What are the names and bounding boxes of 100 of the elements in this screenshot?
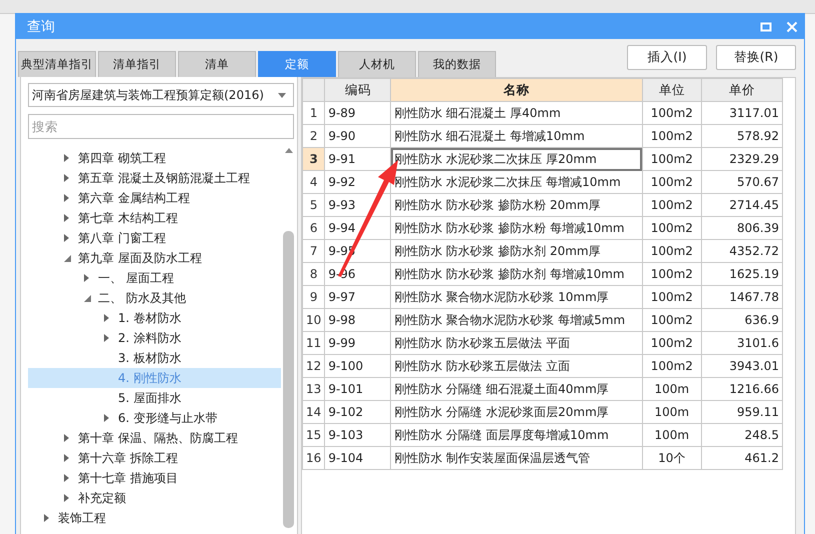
tree-item[interactable]: 第九章 屋面及防水工程 — [28, 248, 281, 268]
column-header[interactable]: 单价 — [701, 78, 782, 102]
unit-cell: 10个 — [642, 446, 702, 470]
library-dropdown[interactable]: 河南省房屋建筑与装饰工程预算定额(2016) — [28, 83, 294, 107]
collapsed-triangle-icon[interactable] — [64, 474, 70, 482]
price-cell: 248.5 — [701, 424, 782, 446]
collapsed-triangle-icon[interactable] — [104, 414, 110, 422]
search-field[interactable]: 搜索 — [28, 114, 294, 139]
dropdown-caret-icon — [278, 92, 286, 98]
unit-cell: 100m — [642, 424, 702, 446]
code-cell: 9-101 — [324, 378, 391, 400]
collapsed-triangle-icon[interactable] — [44, 514, 50, 522]
unit-cell: 100m2 — [642, 194, 702, 216]
tree-item[interactable]: 5. 屋面排水 — [28, 388, 281, 408]
tree-item[interactable]: 2. 涂料防水 — [28, 328, 281, 348]
collapsed-triangle-icon[interactable] — [64, 174, 70, 182]
name-cell: 刚性防水 聚合物水泥防水砂浆 每增减5mm — [390, 308, 642, 332]
row-number[interactable]: 1 — [302, 102, 325, 124]
row-number[interactable]: 10 — [302, 308, 325, 332]
row-number[interactable]: 5 — [302, 194, 325, 216]
row-number[interactable]: 15 — [302, 424, 325, 446]
unit-cell: 100m2 — [642, 332, 702, 354]
collapsed-triangle-icon[interactable] — [64, 494, 70, 502]
price-cell: 2329.29 — [701, 148, 782, 170]
tab[interactable]: 典型清单指引 — [18, 51, 96, 77]
price-cell: 3943.01 — [701, 354, 782, 378]
tab[interactable]: 清单 — [178, 51, 256, 77]
action-button[interactable]: 插入(I) — [627, 45, 707, 70]
code-cell: 9-97 — [324, 286, 391, 308]
unit-cell: 100m2 — [642, 216, 702, 240]
tab[interactable]: 人材机 — [338, 51, 416, 77]
price-cell: 636.9 — [701, 308, 782, 332]
price-cell: 4352.72 — [701, 240, 782, 262]
tab[interactable]: 我的数据 — [418, 51, 496, 77]
row-number[interactable]: 6 — [302, 216, 325, 240]
tree-item[interactable]: 二、 防水及其他 — [28, 288, 281, 308]
tree-item[interactable]: 第八章 门窗工程 — [28, 228, 281, 248]
column-header[interactable]: 名称 — [390, 78, 642, 102]
tab[interactable]: 清单指引 — [98, 51, 176, 77]
window-title: 查询 — [27, 18, 55, 36]
row-number[interactable]: 7 — [302, 240, 325, 262]
name-cell: 刚性防水 细石混凝土 厚40mm — [390, 102, 642, 124]
collapsed-triangle-icon[interactable] — [64, 434, 70, 442]
unit-cell: 100m2 — [642, 308, 702, 332]
price-cell: 461.2 — [701, 446, 782, 470]
collapsed-triangle-icon[interactable] — [64, 454, 70, 462]
tree-item[interactable]: 第十六章 拆除工程 — [28, 448, 281, 468]
name-cell: 刚性防水 制作安装屋面保温层透气管 — [390, 446, 642, 470]
unit-cell: 100m2 — [642, 262, 702, 286]
code-cell: 9-104 — [324, 446, 391, 470]
tree-item[interactable]: 1. 卷材防水 — [28, 308, 281, 328]
row-number[interactable]: 2 — [302, 124, 325, 148]
collapsed-triangle-icon[interactable] — [64, 214, 70, 222]
row-number[interactable]: 14 — [302, 400, 325, 424]
price-cell: 806.39 — [701, 216, 782, 240]
collapsed-triangle-icon[interactable] — [64, 194, 70, 202]
row-number[interactable]: 11 — [302, 332, 325, 354]
tree-item[interactable]: 第十章 保温、隔热、防腐工程 — [28, 428, 281, 448]
price-cell: 1467.78 — [701, 286, 782, 308]
price-cell: 3101.6 — [701, 332, 782, 354]
row-number[interactable]: 16 — [302, 446, 325, 470]
code-cell: 9-98 — [324, 308, 391, 332]
collapsed-triangle-icon[interactable] — [64, 234, 70, 242]
tree-item[interactable]: 一、 屋面工程 — [28, 268, 281, 288]
row-number[interactable]: 4 — [302, 170, 325, 194]
name-cell: 刚性防水 防水砂浆 掺防水剂 20mm厚 — [390, 240, 642, 262]
tree-item[interactable]: 6. 变形缝与止水带 — [28, 408, 281, 428]
tree-item[interactable]: 第六章 金属结构工程 — [28, 188, 281, 208]
code-cell: 9-103 — [324, 424, 391, 446]
collapsed-triangle-icon[interactable] — [104, 314, 110, 322]
price-cell: 3117.01 — [701, 102, 782, 124]
column-header[interactable]: 编码 — [324, 78, 391, 102]
collapsed-triangle-icon[interactable] — [104, 334, 110, 342]
expanded-triangle-icon[interactable] — [84, 294, 91, 302]
collapsed-triangle-icon[interactable] — [84, 274, 90, 282]
tree-item[interactable]: 第五章 混凝土及钢筋混凝土工程 — [28, 168, 281, 188]
unit-cell: 100m2 — [642, 124, 702, 148]
action-button[interactable]: 替换(R) — [716, 45, 796, 70]
tree-item[interactable]: 第七章 木结构工程 — [28, 208, 281, 228]
name-cell: 刚性防水 防水砂浆 掺防水剂 每增减10mm — [390, 262, 642, 286]
tree-item[interactable]: 第十七章 措施项目 — [28, 468, 281, 488]
scrollbar-thumb[interactable] — [283, 231, 294, 528]
maximize-icon[interactable] — [760, 20, 772, 32]
close-icon[interactable] — [786, 20, 798, 32]
tree-item[interactable]: 3. 板材防水 — [28, 348, 281, 368]
name-cell: 刚性防水 分隔缝 水泥砂浆面层20mm厚 — [390, 400, 642, 424]
tree-item[interactable]: 补充定额 — [28, 488, 281, 508]
row-number[interactable]: 9 — [302, 286, 325, 308]
collapsed-triangle-icon[interactable] — [64, 154, 70, 162]
row-number[interactable]: 12 — [302, 354, 325, 378]
row-number[interactable]: 8 — [302, 262, 325, 286]
scroll-up-icon[interactable] — [284, 148, 292, 153]
row-number[interactable]: 13 — [302, 378, 325, 400]
code-cell: 9-99 — [324, 332, 391, 354]
column-header[interactable]: 单位 — [642, 78, 702, 102]
row-number[interactable]: 3 — [302, 148, 325, 170]
tree-item[interactable]: 装饰工程 — [28, 508, 281, 528]
name-cell: 刚性防水 防水砂浆 掺防水粉 20mm厚 — [390, 194, 642, 216]
tree-item[interactable]: 第四章 砌筑工程 — [28, 148, 281, 168]
expanded-triangle-icon[interactable] — [64, 254, 71, 262]
